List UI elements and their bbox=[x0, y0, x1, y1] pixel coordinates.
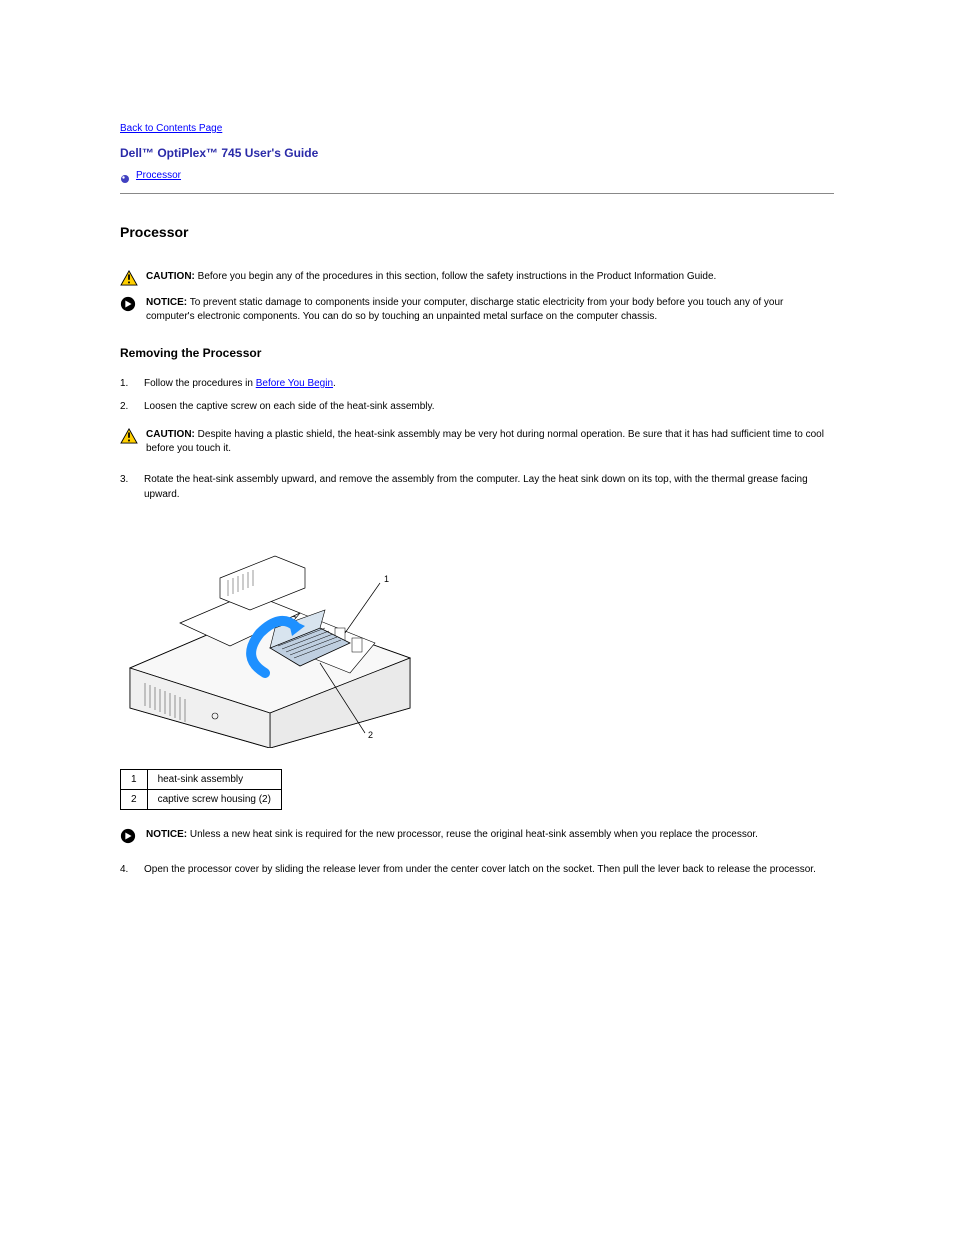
caution-text: Before you begin any of the procedures i… bbox=[195, 271, 716, 282]
section-heading-processor: Processor bbox=[120, 224, 834, 240]
legend-num: 2 bbox=[121, 790, 148, 810]
divider bbox=[120, 193, 834, 194]
step-text: Follow the procedures in bbox=[144, 378, 256, 389]
caution-block-1: CAUTION: Before you begin any of the pro… bbox=[120, 270, 834, 288]
step-number: 2. bbox=[120, 399, 134, 414]
svg-text:1: 1 bbox=[384, 574, 389, 584]
caution-label: CAUTION: bbox=[146, 271, 195, 282]
back-to-contents-link[interactable]: Back to Contents Page bbox=[120, 123, 222, 134]
legend-label: captive screw housing (2) bbox=[147, 790, 281, 810]
heatsink-figure: 1 2 bbox=[120, 518, 834, 753]
step-text-post: . bbox=[333, 378, 336, 389]
notice-label-2: NOTICE: bbox=[146, 829, 187, 840]
legend-num: 1 bbox=[121, 770, 148, 790]
steps-list-c: 4. Open the processor cover by sliding t… bbox=[120, 862, 834, 877]
bullet-icon bbox=[120, 171, 130, 181]
legend-label: heat-sink assembly bbox=[147, 770, 281, 790]
notice-block-2: NOTICE: Unless a new heat sink is requir… bbox=[120, 828, 834, 846]
notice-icon bbox=[120, 828, 138, 846]
step-4: 4. Open the processor cover by sliding t… bbox=[120, 862, 834, 877]
step-text: Open the processor cover by sliding the … bbox=[144, 862, 834, 877]
toc-processor-link[interactable]: Processor bbox=[136, 170, 181, 181]
notice-block-1: NOTICE: To prevent static damage to comp… bbox=[120, 296, 834, 324]
step-text: Loosen the captive screw on each side of… bbox=[144, 399, 834, 414]
legend-table: 1 heat-sink assembly 2 captive screw hou… bbox=[120, 769, 282, 810]
before-you-begin-link[interactable]: Before You Begin bbox=[256, 378, 333, 389]
step-text: Rotate the heat-sink assembly upward, an… bbox=[144, 472, 834, 502]
steps-list-a: 1. Follow the procedures in Before You B… bbox=[120, 376, 834, 414]
step-3: 3. Rotate the heat-sink assembly upward,… bbox=[120, 472, 834, 502]
table-row: 2 captive screw housing (2) bbox=[121, 790, 282, 810]
step-number: 3. bbox=[120, 472, 134, 502]
caution-icon bbox=[120, 270, 138, 288]
caution-block-2: CAUTION: Despite having a plastic shield… bbox=[120, 428, 834, 456]
notice-label-1: NOTICE: bbox=[146, 297, 187, 308]
step-number: 1. bbox=[120, 376, 134, 391]
notice-text-1: To prevent static damage to components i… bbox=[146, 297, 783, 322]
notice-icon bbox=[120, 296, 138, 314]
step-1: 1. Follow the procedures in Before You B… bbox=[120, 376, 834, 391]
step-2: 2. Loosen the captive screw on each side… bbox=[120, 399, 834, 414]
caution-text-2: Despite having a plastic shield, the hea… bbox=[146, 429, 824, 454]
caution-icon bbox=[120, 428, 138, 446]
steps-list-b: 3. Rotate the heat-sink assembly upward,… bbox=[120, 472, 834, 502]
caution-label-2: CAUTION: bbox=[146, 429, 195, 440]
svg-text:2: 2 bbox=[368, 730, 373, 740]
table-row: 1 heat-sink assembly bbox=[121, 770, 282, 790]
notice-text-2: Unless a new heat sink is required for t… bbox=[187, 829, 758, 840]
document-title: Dell™ OptiPlex™ 745 User's Guide bbox=[120, 146, 834, 160]
removing-heading: Removing the Processor bbox=[120, 346, 834, 360]
step-number: 4. bbox=[120, 862, 134, 877]
